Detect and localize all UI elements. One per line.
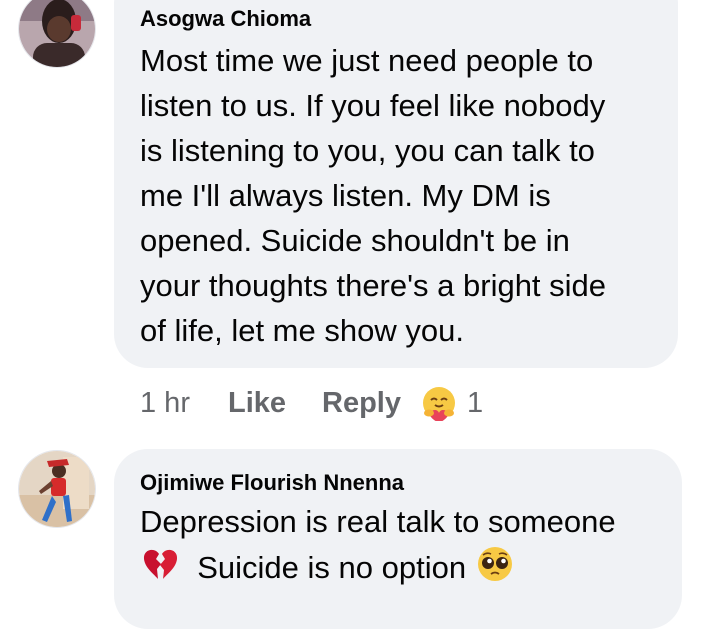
comment-author[interactable]: Asogwa Chioma [140, 6, 311, 32]
broken-heart-icon [140, 544, 180, 596]
comment-line: Suicide is no option [140, 544, 616, 596]
comment-author[interactable]: Ojimiwe Flourish Nnenna [140, 470, 404, 496]
pleading-face-icon [475, 544, 515, 596]
profile-photo-icon [19, 0, 95, 67]
profile-photo-icon [19, 451, 95, 527]
reaction-count[interactable]: 1 [467, 387, 483, 420]
comment-line: of life, let me show you. [140, 313, 464, 348]
comment-line: Depression is real talk to someone [140, 504, 616, 539]
comment-line: your thoughts there's a bright side [140, 268, 607, 303]
reply-button[interactable]: Reply [322, 387, 401, 420]
avatar[interactable] [18, 0, 96, 68]
comment-line: is listening to you, you can talk to [140, 133, 595, 168]
comment-line: me I'll always listen. My DM is [140, 178, 551, 213]
comment-timestamp[interactable]: 1 hr [140, 387, 190, 420]
comment-actions: 1 hr Like Reply 1 [140, 383, 483, 423]
comment-line: listen to us. If you feel like nobody [140, 88, 606, 123]
care-reaction-icon[interactable] [421, 385, 457, 421]
comment-line: Most time we just need people to [140, 43, 594, 78]
comment-text: Depression is real talk to someone Suici… [140, 499, 616, 596]
comment-text: Most time we just need people to listen … [140, 38, 606, 353]
comment-text-segment: Suicide is no option [197, 550, 467, 586]
like-button[interactable]: Like [228, 387, 286, 420]
avatar[interactable] [18, 450, 96, 528]
comment-line: opened. Suicide shouldn't be in [140, 223, 570, 258]
